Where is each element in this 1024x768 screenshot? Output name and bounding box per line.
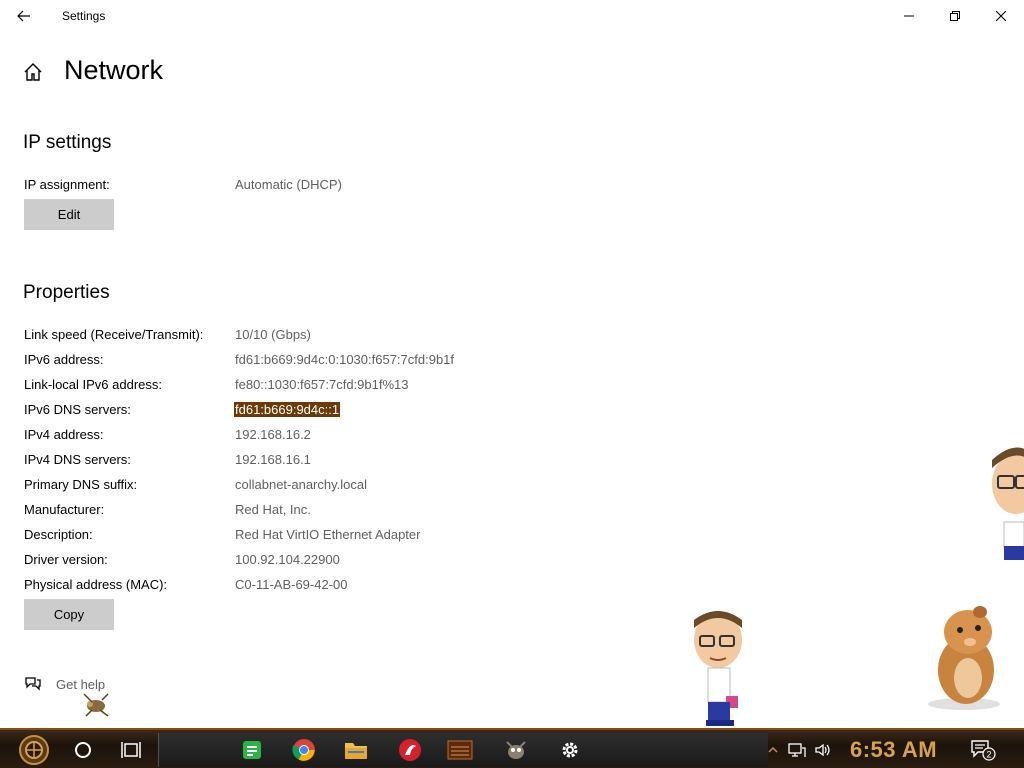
property-label: Manufacturer: xyxy=(24,502,105,517)
taskbar-apps xyxy=(158,733,768,767)
steampunk-bug-icon xyxy=(83,693,109,717)
taskbar-app-settings[interactable] xyxy=(555,734,585,766)
spreadsheet-icon xyxy=(243,741,261,759)
property-value[interactable]: 10/10 (Gbps) xyxy=(235,327,311,342)
property-label: Description: xyxy=(24,527,93,542)
properties-heading: Properties xyxy=(23,282,110,303)
red-app-icon xyxy=(399,739,421,761)
ip-settings-heading: IP settings xyxy=(23,132,112,153)
copy-button[interactable]: Copy xyxy=(24,599,114,630)
cartoon-man-figure xyxy=(694,611,742,726)
property-label: IPv4 address: xyxy=(24,427,104,442)
cartoon-man-peeking-figure xyxy=(992,447,1024,560)
network-icon[interactable] xyxy=(788,742,806,758)
taskbar: 6:53 AM 2 xyxy=(0,728,1024,768)
title-bar: Settings xyxy=(0,0,1024,32)
minimize-button[interactable] xyxy=(886,0,932,32)
cortana-circle-icon xyxy=(75,742,91,758)
task-view-button[interactable] xyxy=(118,734,144,766)
property-label: Link speed (Receive/Transmit): xyxy=(24,327,204,342)
notification-icon: 2 xyxy=(971,740,996,761)
minimize-icon xyxy=(904,15,914,17)
search-button[interactable] xyxy=(70,734,96,766)
hamster-figure xyxy=(928,606,1000,710)
back-arrow-icon xyxy=(17,10,30,22)
chrome-icon xyxy=(292,739,315,761)
volume-icon[interactable] xyxy=(814,742,832,758)
file-explorer-icon xyxy=(345,743,367,759)
property-label: IPv6 address: xyxy=(24,352,104,367)
notification-count: 2 xyxy=(986,750,991,760)
property-label: Primary DNS suffix: xyxy=(24,477,138,492)
window-title: Settings xyxy=(62,9,106,23)
property-value[interactable]: C0-11-AB-69-42-00 xyxy=(235,577,347,592)
property-value[interactable]: 192.168.16.2 xyxy=(235,427,311,442)
property-label: IPv6 DNS servers: xyxy=(24,402,131,417)
taskbar-app-calendar[interactable] xyxy=(445,734,475,766)
action-center-button[interactable]: 2 xyxy=(968,736,998,764)
chevron-up-icon[interactable] xyxy=(768,745,778,755)
taskbar-app-red[interactable] xyxy=(395,734,425,766)
property-value[interactable]: 192.168.16.1 xyxy=(235,452,311,467)
property-label: Link-local IPv6 address: xyxy=(24,377,163,392)
close-button[interactable] xyxy=(978,0,1024,32)
back-button[interactable] xyxy=(8,4,40,28)
property-value[interactable]: fe80::1030:f657:7cfd:9b1f%13 xyxy=(235,377,408,392)
calendar-app-icon xyxy=(447,740,473,760)
taskbar-app-chrome[interactable] xyxy=(289,734,319,766)
selected-property-value[interactable]: fd61:b669:9d4c::1 xyxy=(234,402,341,417)
property-value[interactable]: fd61:b669:9d4c:0:1030:f657:7cfd:9b1f xyxy=(235,352,454,367)
ip-assignment-value: Automatic (DHCP) xyxy=(235,177,342,192)
property-label: IPv4 DNS servers: xyxy=(24,452,131,467)
taskbar-clock[interactable]: 6:53 AM xyxy=(850,737,937,763)
property-value[interactable]: Red Hat, Inc. xyxy=(235,502,311,517)
system-tray xyxy=(768,734,832,766)
taskbar-app-gimp[interactable] xyxy=(501,734,531,766)
property-value[interactable]: 100.92.104.22900 xyxy=(235,552,340,567)
taskbar-app-spreadsheet[interactable] xyxy=(237,734,267,766)
property-value[interactable]: collabnet-anarchy.local xyxy=(235,477,367,492)
restore-button[interactable] xyxy=(932,0,978,32)
ip-assignment-label: IP assignment: xyxy=(24,177,110,192)
gimp-icon xyxy=(506,741,526,759)
home-button[interactable] xyxy=(22,61,46,85)
task-view-icon xyxy=(121,742,141,758)
close-icon xyxy=(996,11,1006,21)
settings-gear-icon xyxy=(562,742,578,758)
property-label: Driver version: xyxy=(24,552,108,567)
restore-icon xyxy=(950,11,960,21)
property-label: Physical address (MAC): xyxy=(24,577,168,592)
page-title: Network xyxy=(64,55,164,85)
steampunk-start-icon xyxy=(19,735,49,765)
edit-button[interactable]: Edit xyxy=(24,199,114,230)
start-button[interactable] xyxy=(8,734,60,766)
property-value[interactable]: Red Hat VirtIO Ethernet Adapter xyxy=(235,527,420,542)
taskbar-app-file-explorer[interactable] xyxy=(341,734,371,766)
chat-help-icon xyxy=(25,677,41,691)
home-icon xyxy=(24,63,42,81)
